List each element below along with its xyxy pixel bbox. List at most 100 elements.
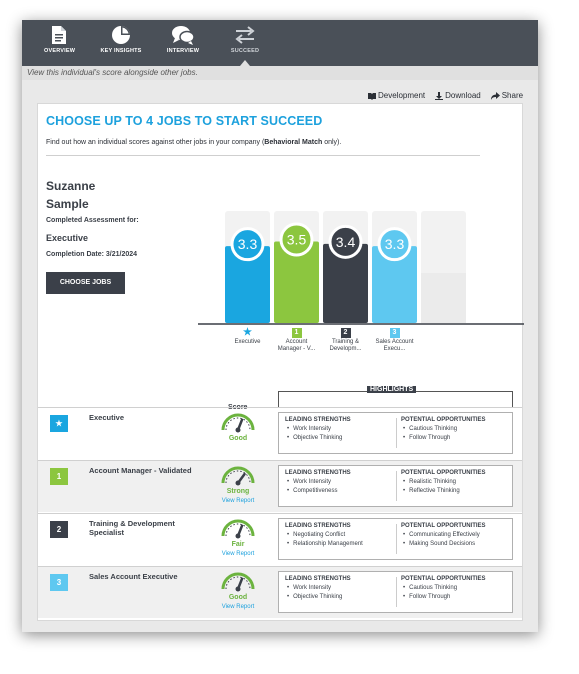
highlights-title: HIGHLIGHTS [367, 386, 417, 393]
subtitle-suffix: only). [322, 139, 342, 146]
info-bar: View this individual's score alongside o… [22, 66, 538, 80]
top-nav: OVERVIEW KEY INSIGHTS INTERVIEW SUCCEED [22, 20, 538, 66]
chart-x-label: ★ Executive [228, 328, 268, 346]
strength-item: Work Intensity [285, 584, 397, 593]
view-report-link[interactable]: View Report [208, 604, 268, 610]
download-link[interactable]: Download [435, 91, 481, 100]
chart-x-label: 1 Account Manager - V... [277, 328, 317, 353]
job-marker: ★ [50, 415, 68, 432]
strength-item: Work Intensity [285, 425, 397, 434]
chart-category-label: Account Manager - V... [277, 339, 316, 352]
view-report-link[interactable]: View Report [208, 498, 268, 504]
score-rating: Good [228, 594, 248, 601]
score-gauge [221, 519, 255, 539]
highlights-box: LEADING STRENGTHS Work IntensityObjectiv… [278, 571, 513, 613]
assessed-job: Executive [46, 233, 89, 243]
score-rating: Good [228, 435, 248, 442]
opportunities-title: POTENTIAL OPPORTUNITIES [401, 470, 486, 476]
view-report-link[interactable]: View Report [208, 551, 268, 557]
score-value: 3.5 [287, 232, 307, 248]
highlights-box: LEADING STRENGTHS Work IntensityCompetit… [278, 465, 513, 507]
tab-label: KEY INSIGHTS [100, 48, 142, 54]
opportunity-item: Realistic Thinking [401, 478, 513, 487]
chart-x-label: 3 Sales Account Execu... [375, 328, 415, 353]
job-title: Training & Development Specialist [89, 519, 175, 537]
tab-label: SUCCEED [230, 48, 260, 54]
strengths-title: LEADING STRENGTHS [285, 523, 351, 529]
completed-for-label: Completed Assessment for: [46, 217, 139, 224]
succeed-panel: CHOOSE UP TO 4 JOBS TO START SUCCEED Fin… [37, 103, 524, 621]
job-title: Sales Account Executive [89, 572, 178, 581]
score-gauge [221, 413, 255, 433]
strength-item: Competitiveness [285, 487, 397, 496]
chat-bubbles-icon [172, 26, 195, 45]
share-label: Share [501, 91, 524, 100]
potential-opportunities: POTENTIAL OPPORTUNITIES Cautious Thinkin… [401, 576, 513, 602]
strength-item: Work Intensity [285, 478, 397, 487]
score-value: 3.4 [336, 234, 356, 250]
highlights-box: LEADING STRENGTHS Negotiating ConflictRe… [278, 518, 513, 560]
chart-category-label: Training & Developm... [329, 339, 362, 352]
completion-date: Completion Date: 3/21/2024 [46, 251, 138, 258]
choose-jobs-button[interactable]: CHOOSE JOBS [46, 272, 125, 294]
leading-strengths: LEADING STRENGTHS Work IntensityCompetit… [285, 470, 397, 496]
share-link[interactable]: Share [490, 91, 524, 100]
swap-arrows-icon [235, 26, 255, 44]
empty-slot-shade [421, 273, 466, 323]
subtitle-bold: Behavioral Match [264, 139, 323, 146]
strength-item: Relationship Management [285, 540, 397, 549]
chart-category-label: Sales Account Execu... [375, 339, 414, 352]
strength-item: Objective Thinking [285, 593, 397, 602]
potential-opportunities: POTENTIAL OPPORTUNITIES Cautious Thinkin… [401, 417, 513, 443]
highlights-box: LEADING STRENGTHS Work IntensityObjectiv… [278, 412, 513, 454]
job-marker: 1 [50, 468, 68, 485]
book-icon [368, 92, 376, 100]
job-marker: 3 [50, 574, 68, 591]
table-row: ★ Executive Good LEADING STRENGTHS Work … [38, 407, 522, 459]
page-title: CHOOSE UP TO 4 JOBS TO START SUCCEED [46, 114, 323, 128]
opportunity-item: Cautious Thinking [401, 425, 513, 434]
strength-item: Negotiating Conflict [285, 531, 397, 540]
column-divider [396, 418, 397, 448]
chart-marker: 2 [340, 328, 351, 338]
potential-opportunities: POTENTIAL OPPORTUNITIES Realistic Thinki… [401, 470, 513, 496]
opportunities-title: POTENTIAL OPPORTUNITIES [401, 523, 486, 529]
score-value: 3.3 [238, 236, 258, 252]
strengths-title: LEADING STRENGTHS [285, 576, 351, 582]
table-row: 1 Account Manager - Validated Strong Vie… [38, 460, 522, 512]
page-subtitle: Find out how an individual scores agains… [46, 139, 341, 146]
column-divider [396, 524, 397, 554]
tab-label: OVERVIEW [44, 48, 76, 54]
leading-strengths: LEADING STRENGTHS Work IntensityObjectiv… [285, 576, 397, 602]
opportunity-item: Communicating Effectively [401, 531, 513, 540]
table-row: 3 Sales Account Executive Good View Repo… [38, 566, 522, 618]
strengths-title: LEADING STRENGTHS [285, 470, 351, 476]
person-first-name: Suzanne [46, 179, 96, 193]
tab-overview[interactable]: OVERVIEW [44, 20, 76, 66]
strength-item: Objective Thinking [285, 434, 397, 443]
development-link[interactable]: Development [368, 91, 425, 100]
divider [46, 155, 480, 156]
leading-strengths: LEADING STRENGTHS Work IntensityObjectiv… [285, 417, 397, 443]
download-label: Download [445, 91, 481, 100]
strengths-title: LEADING STRENGTHS [285, 417, 351, 423]
document-icon [52, 26, 66, 44]
tab-key-insights[interactable]: KEY INSIGHTS [100, 20, 142, 66]
score-rating: Fair [231, 541, 245, 548]
opportunities-title: POTENTIAL OPPORTUNITIES [401, 417, 486, 423]
score-gauge [221, 572, 255, 592]
job-marker: 2 [50, 521, 68, 538]
download-icon [435, 91, 444, 100]
score-rating: Strong [226, 488, 250, 495]
chart-marker: ★ [243, 327, 252, 338]
job-title: Account Manager - Validated [89, 466, 192, 475]
chart-category-label: Executive [234, 339, 261, 345]
leading-strengths: LEADING STRENGTHS Negotiating ConflictRe… [285, 523, 397, 549]
opportunities-title: POTENTIAL OPPORTUNITIES [401, 576, 486, 582]
chart-x-label: 2 Training & Developm... [326, 328, 366, 353]
column-divider [396, 471, 397, 501]
tab-interview[interactable]: INTERVIEW [165, 20, 201, 66]
column-divider [396, 577, 397, 607]
potential-opportunities: POTENTIAL OPPORTUNITIES Communicating Ef… [401, 523, 513, 549]
highlights-header: HIGHLIGHTS [278, 386, 513, 407]
